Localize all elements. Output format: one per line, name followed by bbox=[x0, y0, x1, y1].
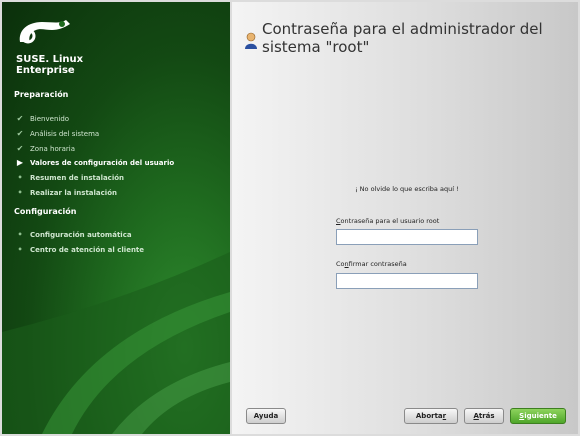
section-title-configuration: Configuración bbox=[14, 207, 77, 216]
step-label: Configuración automática bbox=[30, 230, 132, 239]
confirm-label-text: firmar contraseña bbox=[348, 260, 407, 268]
bullet-icon: • bbox=[17, 188, 23, 197]
confirm-password-label: Confirmar contraseña bbox=[336, 260, 407, 268]
brand-name: SUSE. Linux Enterprise bbox=[16, 54, 83, 76]
sidebar: SUSE. Linux Enterprise Preparación ✔ Bie… bbox=[2, 2, 230, 434]
next-label: iguiente bbox=[524, 412, 557, 420]
password-label: Contraseña para el usuario root bbox=[336, 217, 439, 225]
step-customer-center: • Centro de atención al cliente bbox=[14, 245, 144, 254]
step-label: Análisis del sistema bbox=[30, 129, 100, 138]
page-title: Contraseña para el administrador del sis… bbox=[262, 20, 543, 56]
step-label: Realizar la instalación bbox=[30, 188, 117, 197]
step-label: Zona horaria bbox=[30, 144, 76, 153]
main-panel: Contraseña para el administrador del sis… bbox=[232, 2, 578, 434]
abort-button[interactable]: Aborta r bbox=[404, 408, 458, 424]
user-icon bbox=[245, 32, 257, 49]
check-icon: ✔ bbox=[16, 144, 24, 153]
password-warning: ¡ No olvide lo que escriba aquí ! bbox=[355, 185, 459, 193]
brand-line1: SUSE. Linux bbox=[16, 54, 84, 65]
step-install-summary: • Resumen de instalación bbox=[14, 173, 124, 182]
password-label-text: ontraseña para el usuario root bbox=[340, 217, 440, 225]
check-icon: ✔ bbox=[16, 129, 24, 138]
gecko-logo-icon bbox=[19, 20, 70, 44]
step-system-analysis: ✔ Análisis del sistema bbox=[14, 129, 100, 138]
arrow-right-icon: ▶ bbox=[16, 158, 24, 167]
step-label: Valores de configuración del usuario bbox=[30, 158, 175, 167]
back-label: trás bbox=[478, 412, 495, 420]
bullet-icon: • bbox=[17, 230, 23, 239]
confirm-password-input[interactable] bbox=[336, 273, 478, 289]
step-perform-install: • Realizar la instalación bbox=[14, 188, 117, 197]
brand-line2: Enterprise bbox=[16, 65, 75, 76]
next-button[interactable]: Siguiente bbox=[510, 408, 566, 424]
step-label: Centro de atención al cliente bbox=[30, 245, 145, 254]
abort-label: Aborta bbox=[415, 412, 443, 420]
back-button[interactable]: Atrás bbox=[464, 408, 504, 424]
step-auto-config: • Configuración automática bbox=[14, 230, 132, 239]
confirm-label-pre: Co bbox=[336, 260, 345, 268]
step-label: Resumen de instalación bbox=[30, 173, 125, 182]
bullet-icon: • bbox=[17, 245, 23, 254]
abort-mnemonic: r bbox=[442, 412, 447, 420]
bullet-icon: • bbox=[17, 173, 23, 182]
step-timezone: ✔ Zona horaria bbox=[14, 144, 75, 153]
step-user-settings: ▶ Valores de configuración del usuario bbox=[14, 158, 174, 167]
suse-logo bbox=[16, 14, 72, 48]
step-label: Bienvenido bbox=[30, 114, 70, 123]
help-button[interactable]: Ayuda bbox=[246, 408, 286, 424]
section-title-preparation: Preparación bbox=[14, 90, 69, 99]
step-welcome: ✔ Bienvenido bbox=[14, 114, 69, 123]
password-input[interactable] bbox=[336, 229, 478, 245]
check-icon: ✔ bbox=[16, 114, 24, 123]
installer-window: SUSE. Linux Enterprise Preparación ✔ Bie… bbox=[0, 0, 580, 436]
